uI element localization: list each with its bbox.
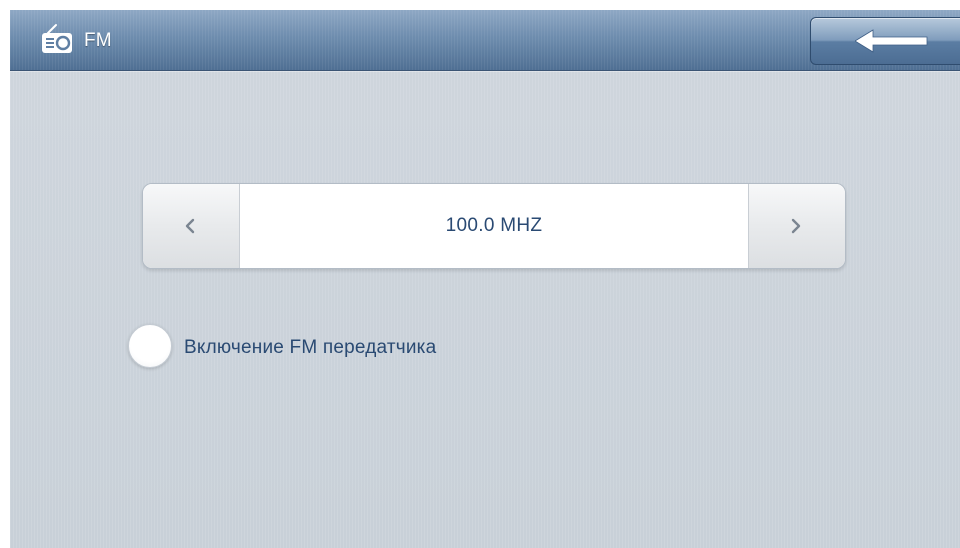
frequency-selector: 100.0 MHZ <box>142 183 846 269</box>
frequency-decrease-button[interactable] <box>143 184 240 268</box>
frequency-value: 100.0 MHZ <box>445 215 543 236</box>
fm-transmitter-toggle[interactable] <box>128 324 172 368</box>
radio-icon <box>40 23 74 55</box>
fm-screen: FM 100.0 MHZ Включение FM передатчика <box>10 10 960 548</box>
back-button[interactable] <box>810 17 960 65</box>
title-bar: FM <box>10 10 960 71</box>
frequency-increase-button[interactable] <box>748 184 845 268</box>
arrow-left-icon <box>854 29 929 53</box>
page-title: FM <box>84 30 112 51</box>
fm-transmitter-label[interactable]: Включение FM передатчика <box>184 337 436 359</box>
